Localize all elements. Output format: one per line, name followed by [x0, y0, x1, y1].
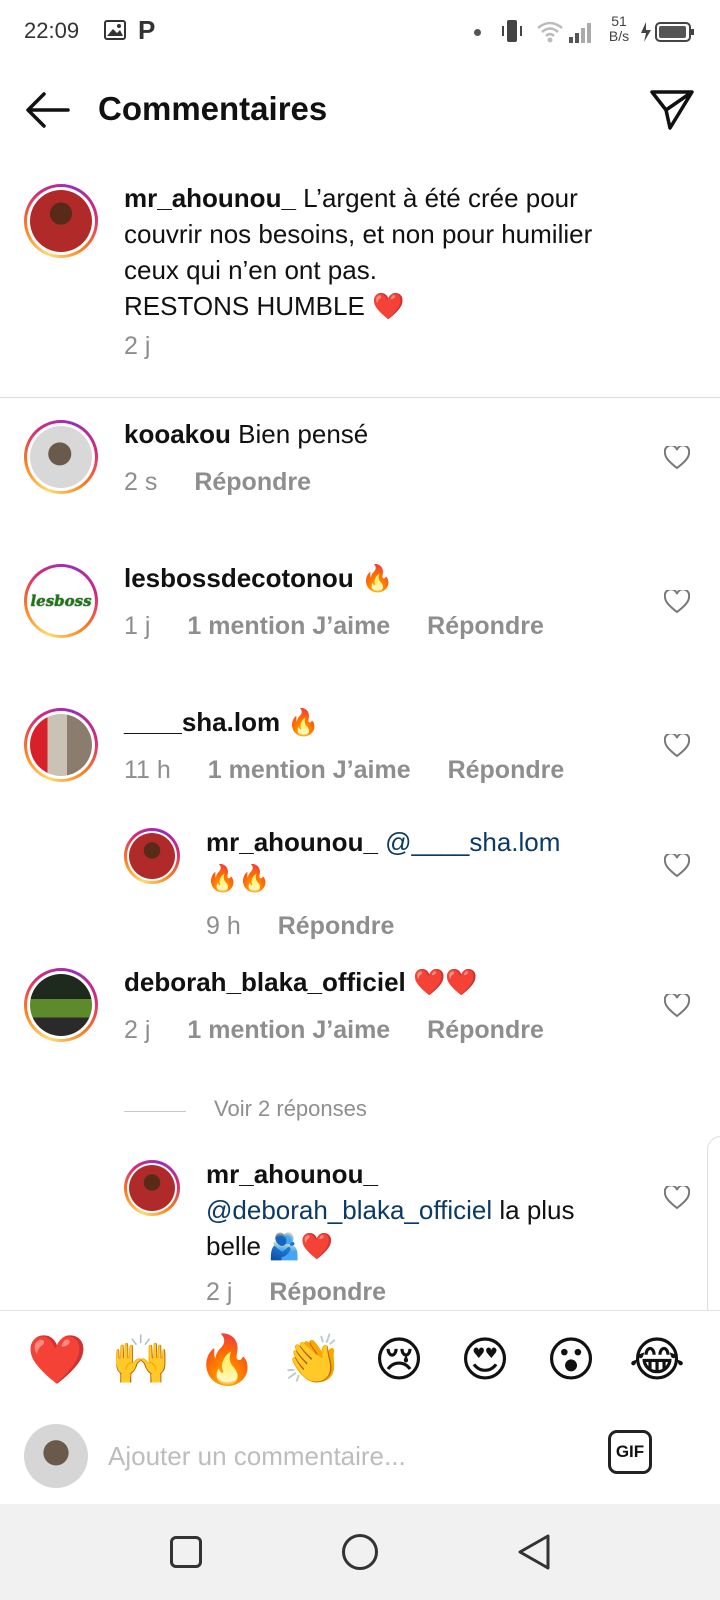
likes-count[interactable]: 1 mention J’aime: [187, 612, 390, 640]
heart-outline-icon[interactable]: [664, 590, 690, 614]
comment-username[interactable]: kooakou: [124, 419, 231, 449]
view-replies-line: [124, 1111, 186, 1112]
heart-outline-icon[interactable]: [664, 854, 690, 878]
heart-outline-icon[interactable]: [664, 446, 690, 470]
comment-username[interactable]: ____sha.lom: [124, 707, 280, 737]
square-icon[interactable]: [170, 1536, 202, 1568]
avatar[interactable]: [124, 828, 180, 884]
comment-text: kooakou Bien pensé: [124, 419, 369, 449]
comment-text: deborah_blaka_officiel ❤️❤️: [124, 967, 478, 997]
caption-time: 2 j: [124, 332, 151, 360]
avatar[interactable]: [24, 420, 98, 494]
divider: [0, 397, 720, 398]
comment-username[interactable]: lesbossdecotonou: [124, 563, 354, 593]
signal-icon: [569, 23, 591, 43]
emoji-surprised[interactable]: 😮: [540, 1329, 602, 1391]
avatar[interactable]: [124, 1160, 180, 1216]
heart-outline-icon[interactable]: [664, 734, 690, 758]
comment-meta: 11 h 1 mention J’aime Répondre: [124, 756, 565, 784]
comment-username[interactable]: mr_ahounou_: [206, 1159, 378, 1189]
avatar[interactable]: [24, 968, 98, 1042]
network-speed: 51 B/s: [608, 13, 630, 44]
comment-username[interactable]: deborah_blaka_officiel: [124, 967, 406, 997]
reply-button[interactable]: Répondre: [278, 912, 395, 940]
heart-outline-icon[interactable]: [664, 1186, 690, 1210]
comment-text: ____sha.lom 🔥: [124, 707, 320, 737]
gallery-icon: [104, 20, 126, 40]
comment-meta: 2 s Répondre: [124, 468, 311, 496]
mention-link[interactable]: @deborah_blaka_officiel: [206, 1195, 492, 1225]
page-title: Commentaires: [98, 90, 328, 127]
triangle-back-icon[interactable]: [516, 1532, 552, 1572]
arrow-left-icon[interactable]: [24, 90, 72, 130]
avatar[interactable]: [24, 708, 98, 782]
notification-dot-icon: [474, 29, 481, 36]
emoji-heart-eyes[interactable]: 😍: [454, 1329, 516, 1391]
emoji-heart[interactable]: ❤️: [26, 1329, 88, 1391]
status-bar: 22:09 P 51 B/s: [0, 0, 720, 62]
emoji-clap[interactable]: 👏: [282, 1329, 344, 1391]
paper-plane-icon[interactable]: [648, 88, 696, 132]
system-nav-bar: [0, 1504, 720, 1600]
emoji-quick-bar: ❤️ 🙌 🔥 👏 😢 😍 😮 😂: [0, 1310, 720, 1408]
emoji-laughing[interactable]: 😂: [626, 1329, 688, 1391]
reply-button[interactable]: Répondre: [427, 612, 544, 640]
battery-charging-icon: [641, 22, 694, 42]
comment-meta: 2 j 1 mention J’aime Répondre: [124, 1016, 544, 1044]
wifi-icon: [537, 21, 563, 43]
comment-text: mr_ahounou_ @deborah_blaka_officiel la p…: [206, 1159, 575, 1261]
avatar[interactable]: lesboss: [24, 564, 98, 638]
comment-text: lesbossdecotonou 🔥: [124, 563, 394, 593]
reply-button[interactable]: Répondre: [194, 468, 311, 496]
emoji-raising-hands[interactable]: 🙌: [110, 1329, 172, 1391]
vibrate-icon: [502, 20, 522, 42]
reply-button[interactable]: Répondre: [269, 1278, 386, 1306]
p-glyph-icon: P: [138, 15, 156, 45]
comment-meta: 9 h Répondre: [206, 912, 395, 940]
circle-icon[interactable]: [342, 1534, 378, 1570]
scroll-handle[interactable]: [707, 1136, 720, 1338]
comment-meta: 2 j Répondre: [206, 1278, 387, 1306]
header: Commentaires: [0, 62, 720, 156]
avatar[interactable]: [24, 184, 98, 258]
comment-username[interactable]: mr_ahounou_: [206, 827, 378, 857]
emoji-fire[interactable]: 🔥: [196, 1329, 258, 1391]
likes-count[interactable]: 1 mention J’aime: [208, 756, 411, 784]
comment-text: mr_ahounou_ @____sha.lom 🔥🔥: [206, 827, 561, 893]
reply-button[interactable]: Répondre: [427, 1016, 544, 1044]
comment-meta: 1 j 1 mention J’aime Répondre: [124, 612, 544, 640]
gif-button[interactable]: GIF: [608, 1430, 652, 1474]
reply-button[interactable]: Répondre: [448, 756, 565, 784]
mention-link[interactable]: @____sha.lom: [385, 827, 560, 857]
caption-text: mr_ahounou_ L’argent à été crée pour cou…: [124, 183, 593, 321]
comment-input-bar: GIF: [0, 1406, 720, 1504]
emoji-crying[interactable]: 😢: [368, 1329, 430, 1391]
heart-outline-icon[interactable]: [664, 994, 690, 1018]
avatar: [24, 1424, 88, 1488]
comment-input[interactable]: [108, 1436, 568, 1476]
comment-username[interactable]: mr_ahounou_: [124, 183, 296, 213]
likes-count[interactable]: 1 mention J’aime: [187, 1016, 390, 1044]
status-time: 22:09: [24, 18, 80, 43]
